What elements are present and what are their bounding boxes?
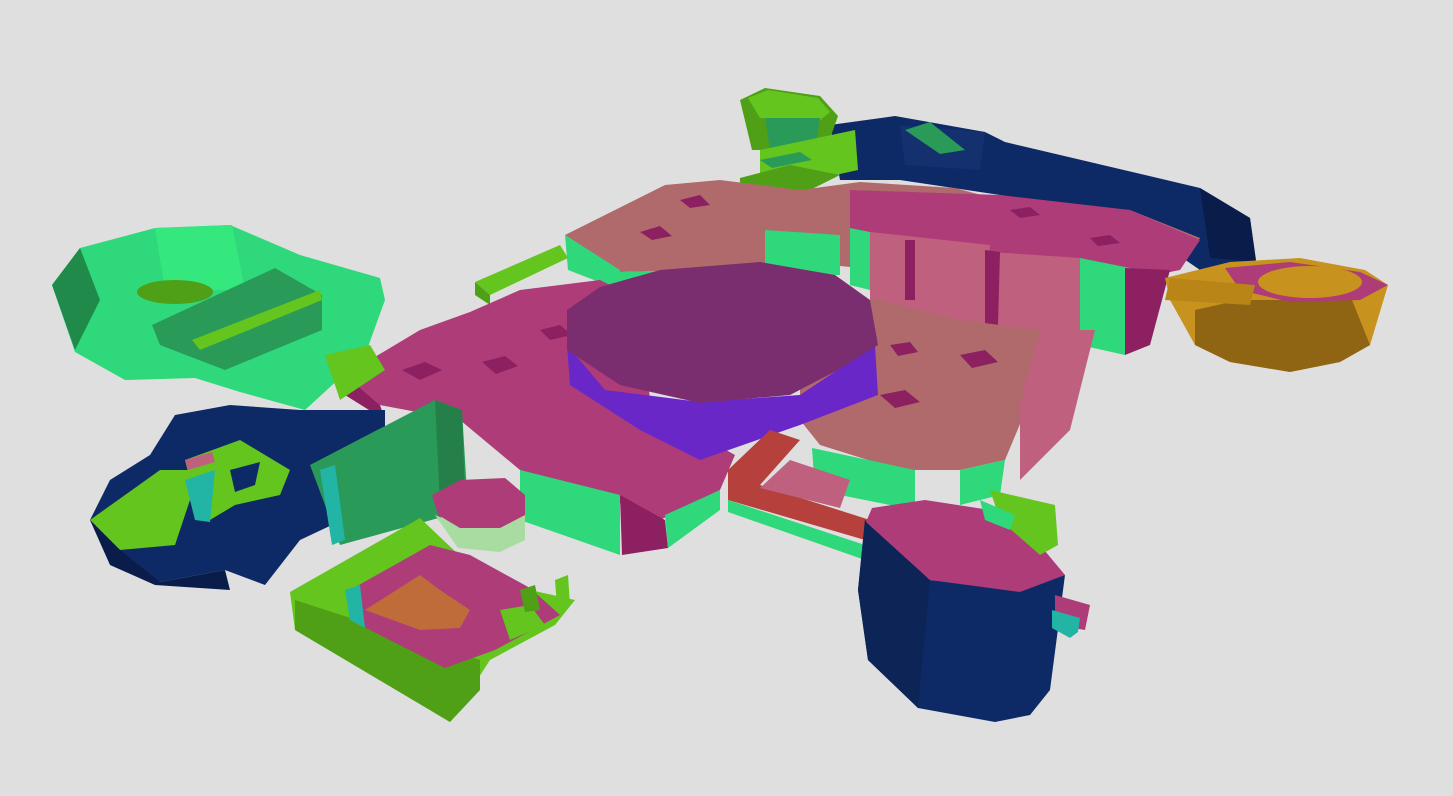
- pale-plinth: [432, 478, 525, 552]
- green-left-building: [52, 225, 385, 410]
- 3d-viewport[interactable]: [0, 0, 1453, 796]
- lime-courtyard: [290, 518, 575, 722]
- gold-ring: [1165, 258, 1388, 372]
- level-geometry-scene[interactable]: [0, 0, 1453, 796]
